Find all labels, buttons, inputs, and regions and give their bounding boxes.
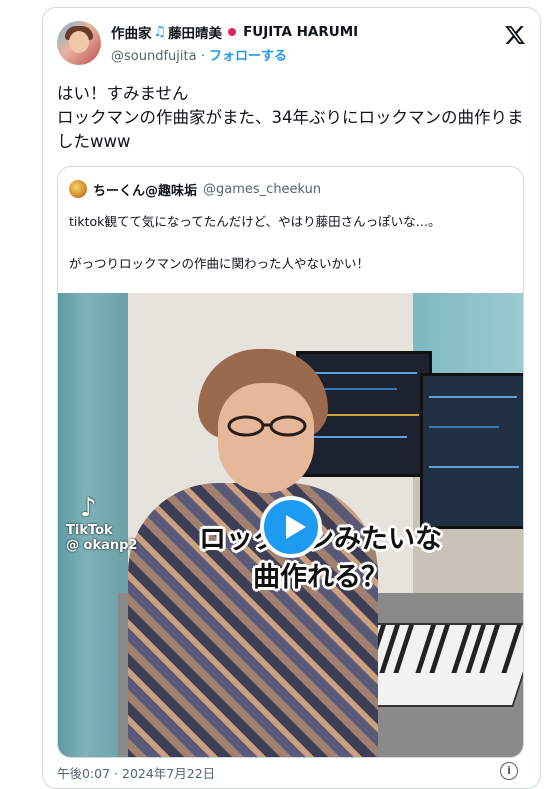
author-name-latin: FUJITA HARUMI bbox=[243, 24, 359, 40]
quoted-author-handle[interactable]: @games_cheekun bbox=[203, 182, 321, 197]
follow-button[interactable]: フォローする bbox=[209, 49, 287, 64]
tiktok-brand: TikTok bbox=[66, 523, 113, 538]
quoted-line-1: tiktok観てて気になってたんだけど、やはり藤田さんっぽいな…。 bbox=[69, 214, 441, 229]
author-name-part1: 作曲家 bbox=[111, 26, 152, 42]
info-icon[interactable]: i bbox=[500, 762, 518, 780]
tweet-text: はい！すみません ロックマンの作曲家がまた、34年ぶりにロックマンの曲作りました… bbox=[57, 82, 528, 154]
tweet-header: 作曲家 ♫ 藤田晴美 FUJITA HARUMI @soundfujita · … bbox=[57, 20, 526, 68]
tiktok-icon: ♪ bbox=[80, 493, 97, 523]
video-monitor-right bbox=[420, 373, 523, 529]
quoted-author-name[interactable]: ちーくん@趣味垢 bbox=[93, 180, 197, 199]
author-handle-row: @soundfujita · フォローする bbox=[111, 45, 287, 64]
handle-separator: · bbox=[200, 49, 205, 64]
author-name-part2: 藤田晴美 bbox=[168, 26, 223, 42]
quoted-avatar[interactable] bbox=[69, 180, 87, 198]
tweet-line-2: ロックマンの作曲家がまた、34年ぶりにロックマンの曲作りましたwww bbox=[57, 108, 524, 151]
author-handle[interactable]: @soundfujita bbox=[111, 49, 197, 64]
caption-line-2: 曲作れる？ bbox=[253, 562, 388, 593]
red-dot-icon bbox=[228, 28, 237, 36]
video-player[interactable]: ♪ TikTok @ okanp2 ロックマンみたいな 曲作れる？ bbox=[58, 293, 523, 757]
quoted-header: ちーくん@趣味垢 @games_cheekun bbox=[69, 179, 321, 199]
author-name[interactable]: 作曲家 ♫ 藤田晴美 FUJITA HARUMI bbox=[111, 22, 358, 42]
tweet-card[interactable]: 作曲家 ♫ 藤田晴美 FUJITA HARUMI @soundfujita · … bbox=[42, 7, 541, 789]
tweet-line-1: はい！すみません bbox=[57, 84, 189, 103]
quoted-line-2: がっつりロックマンの作曲に関わった人やないかい！ bbox=[69, 256, 370, 271]
music-note-icon: ♫ bbox=[153, 24, 167, 40]
video-glasses bbox=[227, 415, 307, 437]
video-person-face bbox=[218, 383, 314, 493]
tweet-timestamp[interactable]: 午後0:07 · 2024年7月22日 bbox=[57, 763, 215, 782]
quoted-tweet[interactable]: ちーくん@趣味垢 @games_cheekun tiktok観てて気になってたん… bbox=[57, 166, 524, 758]
x-logo-icon[interactable] bbox=[504, 24, 526, 46]
quoted-text: tiktok観てて気になってたんだけど、やはり藤田さんっぽいな…。 がっつりロッ… bbox=[69, 211, 513, 275]
author-avatar[interactable] bbox=[57, 21, 101, 65]
play-icon[interactable] bbox=[260, 496, 322, 558]
